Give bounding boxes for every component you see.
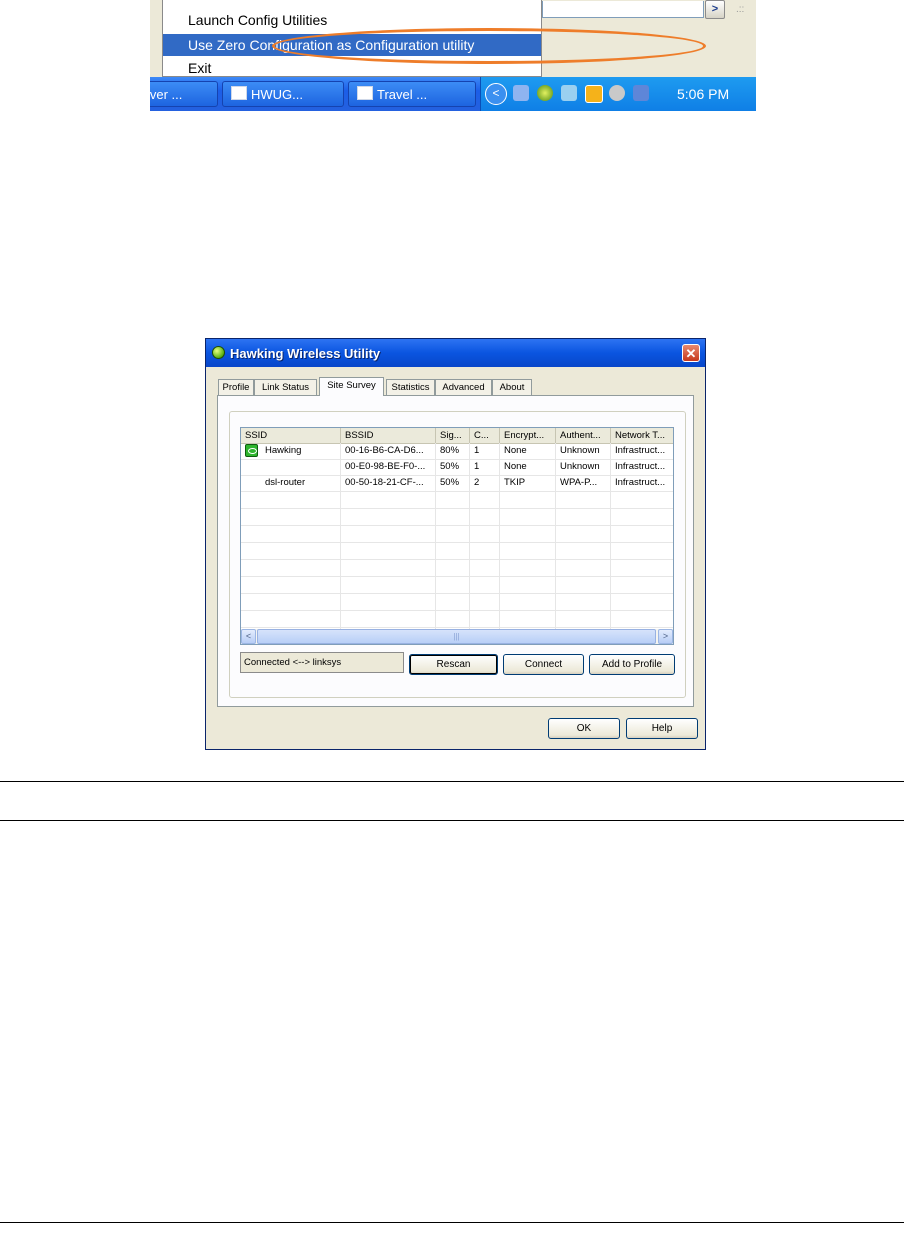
close-button[interactable]: ✕ [682,344,700,362]
cell-channel: 1 [474,445,480,456]
cell-signal: 50% [440,477,460,488]
column-header-network-type[interactable]: Network T... [611,428,673,443]
tab-advanced[interactable]: Advanced [435,379,492,395]
tab-statistics[interactable]: Statistics [386,379,435,395]
column-header-encryption[interactable]: Encrypt... [500,428,556,443]
grid-line [241,576,673,577]
ok-button[interactable]: OK [548,718,620,739]
grid-line [241,542,673,543]
cell-bssid: 00-E0-98-BE-F0-... [345,461,426,472]
cell-network-type: Infrastruct... [615,477,666,488]
cell-bssid: 00-50-18-21-CF-... [345,477,424,488]
cell-encryption: None [504,445,527,456]
taskbar-clock: 5:06 PM [677,86,730,102]
cell-encryption: None [504,461,527,472]
table-row[interactable]: Hawking 00-16-B6-CA-D6... 80% 1 None Unk… [241,443,673,459]
column-header-signal[interactable]: Sig... [436,428,470,443]
cell-channel: 1 [474,461,480,472]
tab-about[interactable]: About [492,379,532,395]
cell-authentication: Unknown [560,445,600,456]
grip-icon: ||| [453,632,460,641]
list-body: Hawking 00-16-B6-CA-D6... 80% 1 None Unk… [241,443,673,629]
connected-icon [245,444,258,457]
grid-line [241,627,673,628]
system-tray: < 5:06 PM [480,77,756,111]
connection-status: Connected <--> linksys [240,652,404,673]
tab-site-survey[interactable]: Site Survey [319,377,384,396]
title-bar[interactable]: Hawking Wireless Utility ✕ [206,339,705,367]
column-header-authentication[interactable]: Authent... [556,428,611,443]
cell-ssid [261,459,340,475]
network-list[interactable]: SSID BSSID Sig... C... Encrypt... Authen… [240,427,674,645]
taskbar-button-label: HWUG... [251,87,303,102]
cell-channel: 2 [474,477,480,488]
grid-line [241,593,673,594]
site-survey-group: SSID BSSID Sig... C... Encrypt... Authen… [229,411,686,698]
cell-network-type: Infrastruct... [615,445,666,456]
grid-line [241,491,673,492]
wireless-utility-dialog: Hawking Wireless Utility ✕ Profile Link … [205,338,706,750]
add-to-profile-button[interactable]: Add to Profile [589,654,675,675]
scrollbar-thumb[interactable]: ||| [257,629,656,644]
window-icon [231,86,247,100]
resize-grip-icon: .:: [736,4,745,15]
column-header-channel[interactable]: C... [470,428,500,443]
rescan-button[interactable]: Rescan [409,654,498,675]
chevron-right-icon[interactable]: > [705,0,725,19]
site-survey-panel: SSID BSSID Sig... C... Encrypt... Authen… [217,395,694,707]
cell-authentication: Unknown [560,461,600,472]
divider [0,820,904,821]
tray-menu-screenshot: > .:: iver ... HWUG... Travel ... < 5:06… [150,0,756,111]
taskbar-button[interactable]: HWUG... [222,81,344,107]
tab-link-status[interactable]: Link Status [254,379,317,395]
cell-network-type: Infrastruct... [615,461,666,472]
cell-signal: 50% [440,461,460,472]
clock-icon[interactable] [585,85,603,103]
cell-ssid: Hawking [265,445,302,456]
table-row[interactable]: 00-E0-98-BE-F0-... 50% 1 None Unknown In… [241,459,673,475]
list-header: SSID BSSID Sig... C... Encrypt... Authen… [241,428,673,444]
chevron-right-icon: > [662,631,669,641]
divider [0,1222,904,1223]
chevron-left-icon[interactable]: < [485,83,507,105]
grid-line [241,508,673,509]
close-icon: ✕ [685,346,697,361]
connect-button[interactable]: Connect [503,654,584,675]
taskbar-button-label: Travel ... [377,87,428,102]
cell-encryption: TKIP [504,477,526,488]
address-field[interactable] [542,1,704,18]
grid-line [241,559,673,560]
cell-authentication: WPA-P... [560,477,598,488]
tab-profile[interactable]: Profile [218,379,254,395]
taskbar-button-label: iver ... [150,87,183,102]
window-title: Hawking Wireless Utility [230,346,381,361]
highlight-ellipse [272,28,706,64]
column-header-bssid[interactable]: BSSID [341,428,436,443]
taskbar: iver ... HWUG... Travel ... < 5:06 PM [150,77,756,111]
wireless-utility-icon [212,346,225,359]
monitor-icon[interactable] [633,85,649,101]
network-error-icon[interactable] [561,85,577,101]
horizontal-scrollbar[interactable]: < ||| > [241,629,673,644]
column-header-ssid[interactable]: SSID [241,428,341,443]
cell-ssid: dsl-router [265,477,306,488]
taskbar-button[interactable]: Travel ... [348,81,476,107]
grid-line [241,525,673,526]
help-button[interactable]: Help [626,718,698,739]
document-icon [357,86,373,100]
cell-bssid: 00-16-B6-CA-D6... [345,445,424,456]
chevron-left-icon: < [245,631,252,641]
scroll-right-button[interactable]: > [658,629,673,644]
taskbar-button[interactable]: iver ... [150,81,218,107]
cell-signal: 80% [440,445,460,456]
grid-line [241,610,673,611]
scroll-left-button[interactable]: < [241,629,256,644]
table-row[interactable]: dsl-router 00-50-18-21-CF-... 50% 2 TKIP… [241,475,673,491]
wireless-utility-icon[interactable] [537,85,553,101]
divider [0,781,904,782]
network-icon[interactable] [513,85,529,101]
speaker-icon[interactable] [609,85,625,101]
